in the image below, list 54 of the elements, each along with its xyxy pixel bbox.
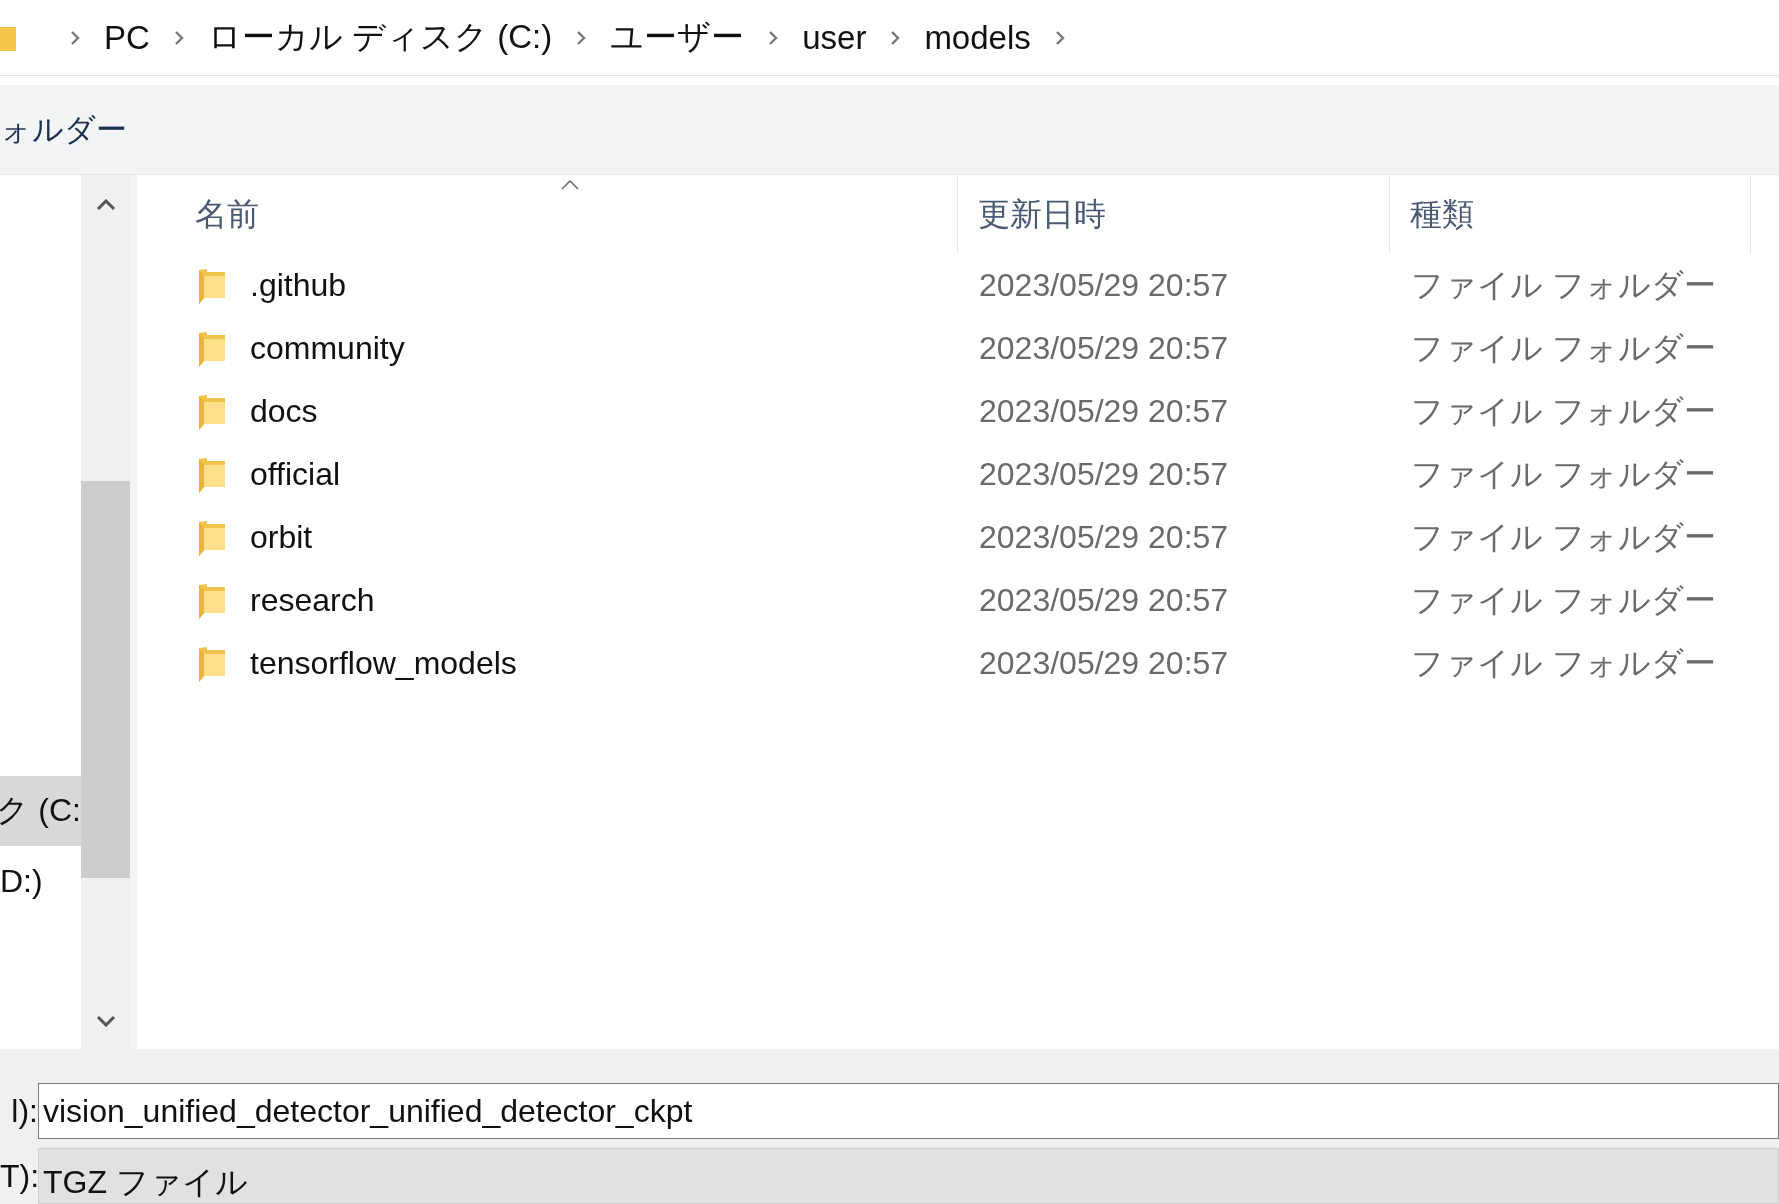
file-type-label: T):: [0, 1157, 38, 1195]
file-type-dropdown[interactable]: TGZ ファイル: [38, 1148, 1779, 1204]
file-type: ファイル フォルダー: [1410, 643, 1716, 683]
modified-date: 2023/05/29 20:57: [978, 393, 1230, 431]
column-header[interactable]: 名前: [137, 175, 958, 255]
chevron-right-icon[interactable]: [768, 30, 779, 45]
modified-date: 2023/05/29 20:57: [978, 330, 1230, 368]
file-name-field[interactable]: vision_unified_detector_unified_detector_ckpt: [38, 1083, 1779, 1139]
file-name[interactable]: research: [250, 582, 375, 620]
modified-date: 2023/05/29 20:57: [978, 645, 1230, 683]
folder-icon: [197, 519, 227, 556]
breadcrumb-item[interactable]: PC: [104, 18, 150, 57]
folder-icon: [197, 393, 227, 430]
toolbar-label[interactable]: ォルダー: [0, 108, 127, 151]
chevron-right-icon[interactable]: [1054, 30, 1065, 45]
chevron-right-icon[interactable]: [173, 30, 184, 45]
modified-date: 2023/05/29 20:57: [978, 267, 1230, 305]
modified-date: 2023/05/29 20:57: [978, 456, 1230, 494]
file-name[interactable]: tensorflow_models: [250, 645, 517, 683]
file-name-label: l):: [10, 1092, 38, 1130]
folder-icon: [197, 582, 227, 619]
breadcrumb-item[interactable]: ローカル ディスク (C:): [207, 15, 553, 61]
file-name[interactable]: official: [250, 456, 341, 494]
file-name[interactable]: .github: [250, 267, 347, 305]
file-type: ファイル フォルダー: [1410, 391, 1716, 431]
modified-date: 2023/05/29 20:57: [978, 582, 1230, 620]
nav-item[interactable]: D:): [0, 846, 81, 917]
chevron-right-icon[interactable]: [70, 30, 80, 45]
file-name[interactable]: orbit: [250, 519, 313, 557]
file-type: ファイル フォルダー: [1410, 328, 1716, 368]
scrollbar-thumb[interactable]: [81, 481, 130, 879]
folder-icon: [197, 645, 227, 682]
file-name[interactable]: docs: [250, 393, 318, 431]
folder-icon: [197, 330, 227, 367]
breadcrumb-item[interactable]: user: [802, 18, 867, 57]
breadcrumb-item[interactable]: models: [924, 18, 1031, 57]
chevron-right-icon[interactable]: [890, 30, 901, 45]
folder-icon: [197, 267, 227, 304]
file-type: ファイル フォルダー: [1410, 580, 1716, 620]
scroll-up-icon[interactable]: [96, 199, 116, 212]
nav-item[interactable]: ク (C:: [0, 776, 81, 847]
file-name[interactable]: community: [250, 330, 405, 368]
column-header[interactable]: 種類: [1390, 175, 1751, 255]
file-type: ファイル フォルダー: [1410, 517, 1716, 557]
folder-icon: [0, 24, 16, 51]
file-type: ファイル フォルダー: [1410, 265, 1716, 305]
modified-date: 2023/05/29 20:57: [978, 519, 1230, 557]
folder-icon: [197, 456, 227, 493]
chevron-right-icon[interactable]: [576, 30, 587, 45]
sort-caret-icon: [561, 180, 579, 191]
file-type: ファイル フォルダー: [1410, 454, 1716, 494]
breadcrumb-item[interactable]: ユーザー: [610, 15, 745, 61]
column-header[interactable]: 更新日時: [958, 175, 1390, 255]
scroll-down-icon[interactable]: [96, 1015, 116, 1027]
